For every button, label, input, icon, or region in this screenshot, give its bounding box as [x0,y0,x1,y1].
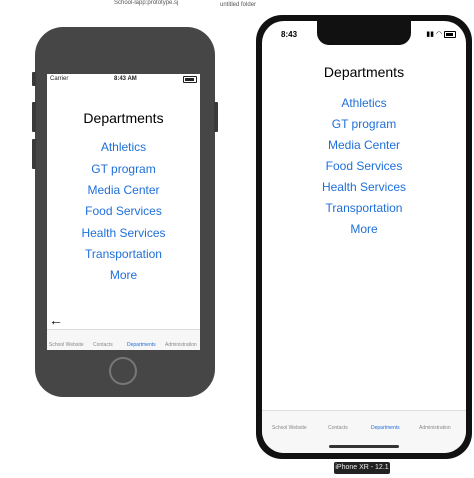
iphone8-screen: Carrier 8:43 AM Departments Athletics GT… [47,74,200,350]
back-arrow-icon[interactable]: ← [49,312,63,328]
iphonexr-screen: 8:43 ▮▮ ◠ Departments Athletics GT progr… [262,21,466,453]
desktop-folder-label[interactable]: untitled folder [220,2,256,8]
department-link-food-services[interactable]: Food Services [47,204,200,218]
status-bar: Carrier 8:43 AM [47,74,200,84]
desktop-file-label[interactable]: School-lapp:prototype.sj [114,0,178,6]
department-link-athletics[interactable]: Athletics [262,96,466,110]
carrier-label: Carrier [50,76,69,82]
tab-contacts[interactable]: Contacts [93,342,113,348]
tab-administration[interactable]: Administration [419,425,451,431]
department-link-transportation[interactable]: Transportation [262,201,466,215]
signal-icon: ▮▮ [426,31,434,38]
simulator-device-label: iPhone XR - 12.1 [334,462,390,474]
department-link-more[interactable]: More [47,268,200,282]
tab-bar: School Website Contacts Departments Admi… [262,410,466,453]
status-icons: ▮▮ ◠ [426,30,456,38]
department-link-athletics[interactable]: Athletics [47,140,200,154]
tab-contacts[interactable]: Contacts [328,425,348,431]
department-link-health-services[interactable]: Health Services [47,226,200,240]
home-button[interactable] [109,357,137,385]
tab-administration[interactable]: Administration [165,342,197,348]
notch [317,21,411,45]
department-link-media-center[interactable]: Media Center [262,138,466,152]
department-link-gt-program[interactable]: GT program [47,162,200,176]
iphonexr-simulator: 8:43 ▮▮ ◠ Departments Athletics GT progr… [256,15,472,459]
department-link-gt-program[interactable]: GT program [262,117,466,131]
wifi-icon: ◠ [435,31,443,38]
home-indicator[interactable] [329,445,399,448]
tab-departments[interactable]: Departments [371,425,400,431]
tab-school-website[interactable]: School Website [272,425,307,431]
tab-departments[interactable]: Departments [127,342,156,348]
volume-up-button [32,102,36,132]
status-time: 8:43 AM [114,76,137,82]
volume-down-button [32,139,36,169]
tab-school-website[interactable]: School Website [49,342,84,348]
department-link-food-services[interactable]: Food Services [262,159,466,173]
battery-icon [444,30,456,38]
battery-icon [183,76,197,83]
department-link-transportation[interactable]: Transportation [47,247,200,261]
tab-bar: School Website Contacts Departments Admi… [47,329,200,350]
iphone8-simulator: Carrier 8:43 AM Departments Athletics GT… [32,27,218,397]
power-button [214,102,218,132]
mute-switch [32,72,36,86]
department-link-health-services[interactable]: Health Services [262,180,466,194]
page-title: Departments [323,64,405,80]
page-title: Departments [83,110,164,126]
status-time: 8:43 [281,30,298,39]
department-link-media-center[interactable]: Media Center [47,183,200,197]
department-link-more[interactable]: More [262,222,466,236]
